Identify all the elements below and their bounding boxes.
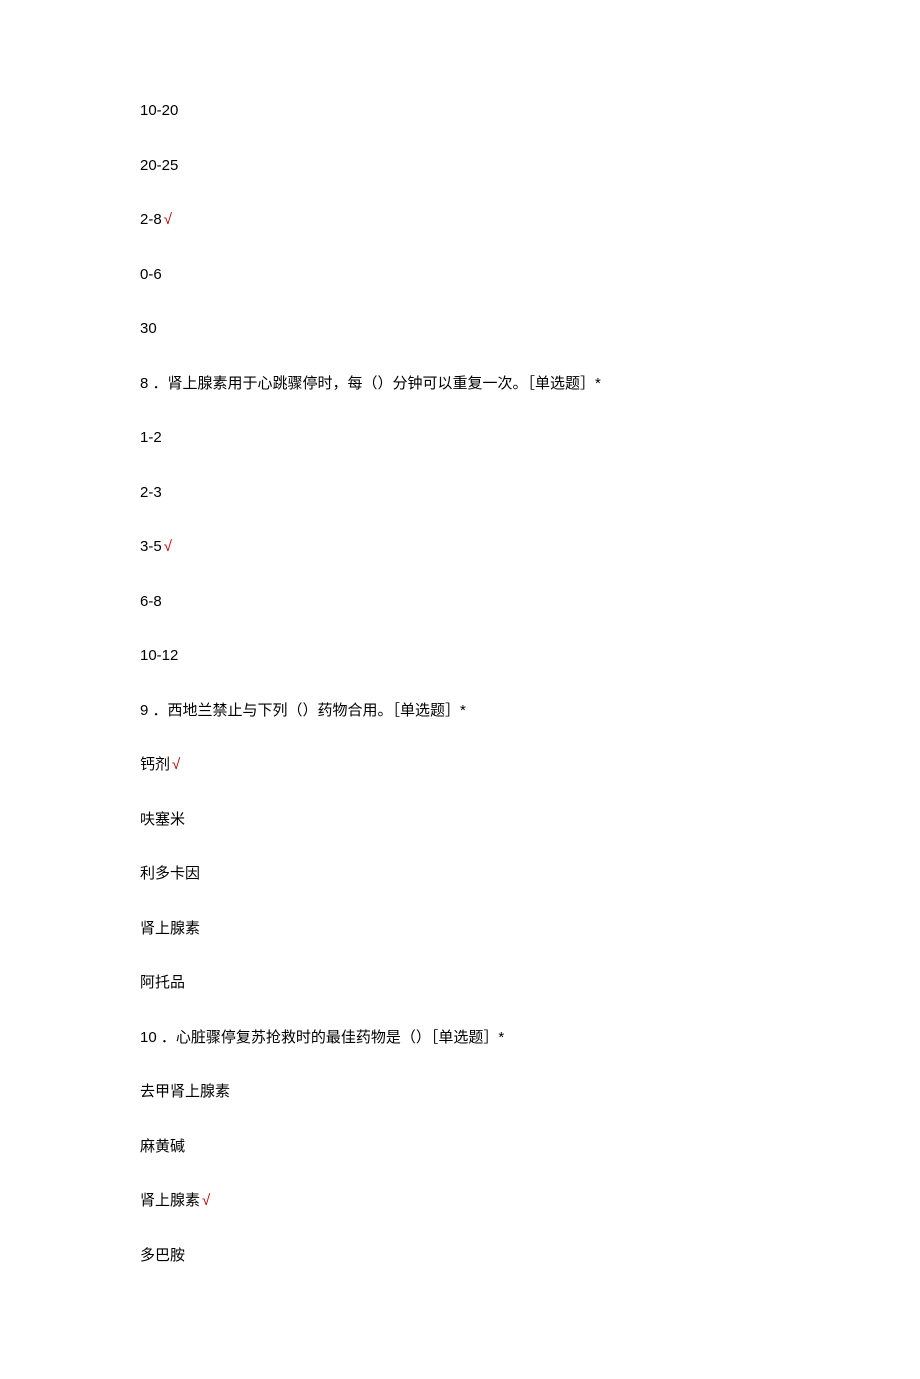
check-mark-icon: √ (164, 538, 172, 555)
option-text: 利多卡因 (140, 865, 200, 882)
question-10: 10 ．心脏骤停复苏抢救时的最佳药物是（）［单选题］* (140, 1027, 780, 1050)
option-text: 0-6 (140, 266, 162, 283)
q7-option-1: 10-20 (140, 100, 780, 123)
question-8: 8 ．肾上腺素用于心跳骤停时，每（）分钟可以重复一次。［单选题］* (140, 373, 780, 396)
q7-option-4: 0-6 (140, 264, 780, 287)
q10-option-3: 肾上腺素√ (140, 1190, 780, 1213)
option-text: 多巴胺 (140, 1247, 185, 1264)
q9-option-1: 钙剂√ (140, 754, 780, 777)
q9-option-4: 肾上腺素 (140, 918, 780, 941)
q10-option-1: 去甲肾上腺素 (140, 1081, 780, 1104)
option-text: 呋塞米 (140, 811, 185, 828)
q9-option-3: 利多卡因 (140, 863, 780, 886)
option-text: 2-3 (140, 484, 162, 501)
option-text: 6-8 (140, 593, 162, 610)
question-9: 9 ．西地兰禁止与下列（）药物合用。［单选题］* (140, 700, 780, 723)
option-text: 肾上腺素 (140, 1192, 200, 1209)
q8-option-4: 6-8 (140, 591, 780, 614)
option-text: 3-5 (140, 538, 162, 555)
question-text: 西地兰禁止与下列（）药物合用。［单选题］* (168, 702, 466, 719)
q9-option-2: 呋塞米 (140, 809, 780, 832)
q8-option-1: 1-2 (140, 427, 780, 450)
check-mark-icon: √ (172, 756, 180, 773)
q7-option-5: 30 (140, 318, 780, 341)
question-number: 8 ． (140, 375, 168, 392)
q10-option-4: 多巴胺 (140, 1245, 780, 1268)
option-text: 2-8 (140, 211, 162, 228)
q10-option-2: 麻黄碱 (140, 1136, 780, 1159)
option-text: 30 (140, 320, 157, 337)
option-text: 10-20 (140, 102, 178, 119)
q8-option-3: 3-5√ (140, 536, 780, 559)
q9-option-5: 阿托品 (140, 972, 780, 995)
check-mark-icon: √ (202, 1192, 210, 1209)
option-text: 20-25 (140, 157, 178, 174)
question-text: 肾上腺素用于心跳骤停时，每（）分钟可以重复一次。［单选题］* (168, 375, 601, 392)
q7-option-3: 2-8√ (140, 209, 780, 232)
option-text: 10-12 (140, 647, 178, 664)
q8-option-2: 2-3 (140, 482, 780, 505)
check-mark-icon: √ (164, 211, 172, 228)
option-text: 麻黄碱 (140, 1138, 185, 1155)
question-number: 10 ． (140, 1029, 176, 1046)
q7-option-2: 20-25 (140, 155, 780, 178)
option-text: 肾上腺素 (140, 920, 200, 937)
question-text: 心脏骤停复苏抢救时的最佳药物是（）［单选题］* (176, 1029, 504, 1046)
question-number: 9 ． (140, 702, 168, 719)
option-text: 钙剂 (140, 756, 170, 773)
q8-option-5: 10-12 (140, 645, 780, 668)
option-text: 阿托品 (140, 974, 185, 991)
option-text: 去甲肾上腺素 (140, 1083, 230, 1100)
option-text: 1-2 (140, 429, 162, 446)
